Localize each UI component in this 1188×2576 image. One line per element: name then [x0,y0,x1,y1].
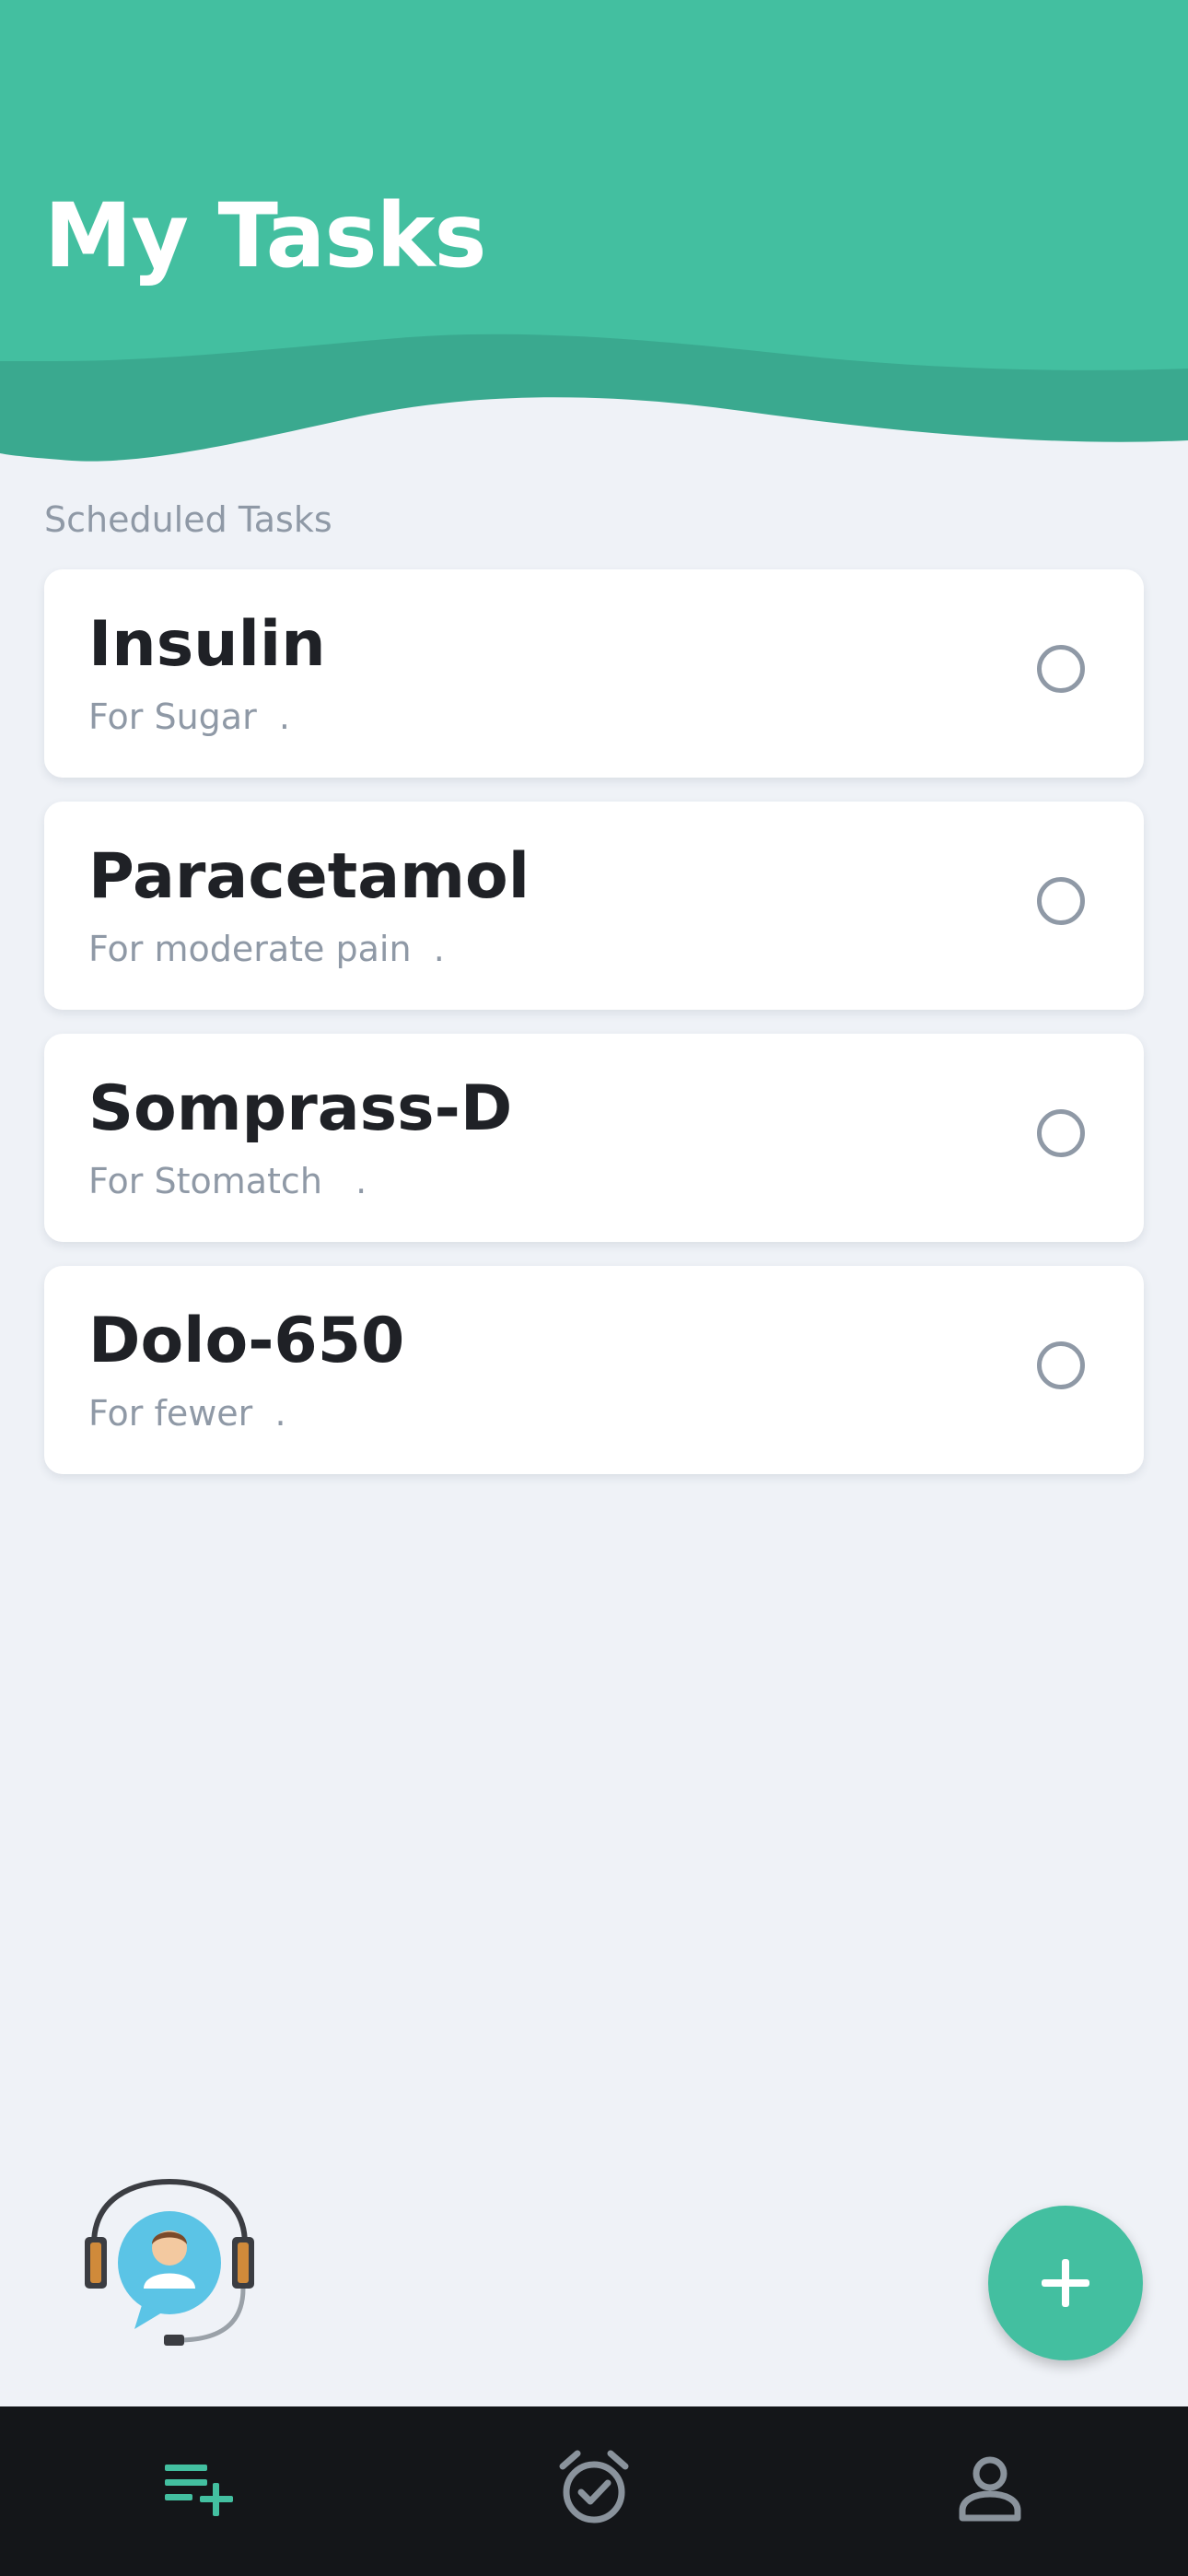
plus-icon [1042,2259,1089,2307]
task-subtitle: For Stomatch . [88,1161,367,1201]
person-icon [959,2456,1021,2522]
add-task-button[interactable] [988,2206,1143,2360]
nav-tasks[interactable] [158,2447,241,2530]
alarm-check-icon [559,2450,629,2523]
task-list: Insulin For Sugar . Paracetamol For mode… [44,569,1144,1498]
task-title: Dolo-650 [88,1305,405,1377]
add-task-list-icon [165,2465,233,2516]
header: My Tasks [0,0,1188,470]
bottom-navigation [0,2406,1188,2576]
task-title: Paracetamol [88,840,530,913]
nav-profile[interactable] [949,2447,1031,2530]
task-checkbox[interactable] [1037,877,1085,925]
task-checkbox[interactable] [1037,1109,1085,1157]
task-subtitle: For fewer . [88,1393,286,1434]
task-checkbox[interactable] [1037,645,1085,693]
task-card[interactable]: Dolo-650 For fewer . [44,1266,1144,1474]
section-label: Scheduled Tasks [44,499,332,540]
task-card[interactable]: Paracetamol For moderate pain . [44,802,1144,1010]
task-checkbox[interactable] [1037,1341,1085,1389]
nav-alarms[interactable] [553,2447,635,2530]
task-title: Somprass-D [88,1072,513,1145]
task-title: Insulin [88,608,326,681]
task-subtitle: For Sugar . [88,697,290,737]
task-subtitle: For moderate pain . [88,929,445,969]
task-card[interactable]: Somprass-D For Stomatch . [44,1034,1144,1242]
page-title: My Tasks [44,184,487,287]
support-agent-icon[interactable] [77,2171,262,2364]
task-card[interactable]: Insulin For Sugar . [44,569,1144,778]
